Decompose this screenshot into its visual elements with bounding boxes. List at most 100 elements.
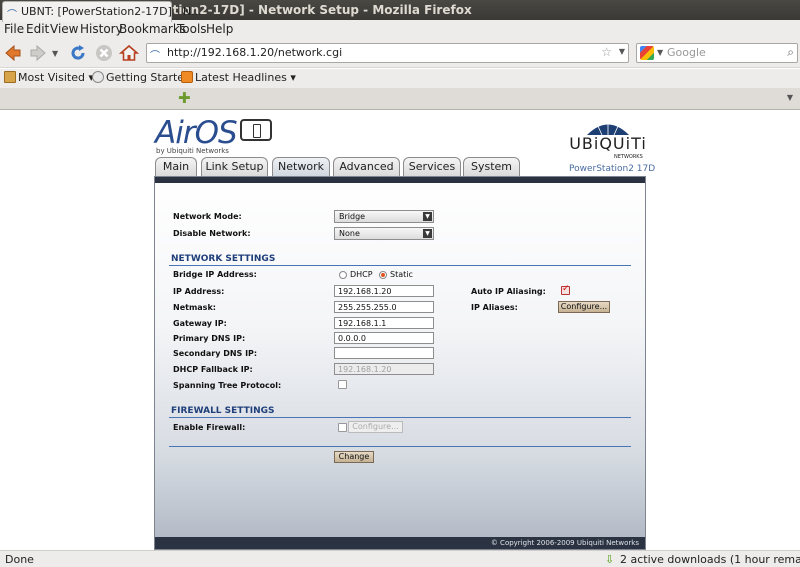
auto-ip-aliasing-checkbox[interactable] [561,284,570,295]
netmask-input[interactable] [334,301,434,313]
search-placeholder: Google [667,46,706,59]
status-bar: Done ⇩ 2 active downloads (1 hour remain… [0,550,800,567]
network-mode-select[interactable]: Bridge ▼ [334,210,434,223]
folder-icon [4,71,16,83]
forward-arrow-icon [30,44,46,62]
primary-dns-label: Primary DNS IP: [173,334,246,343]
google-engine-icon[interactable] [640,46,654,60]
bookmark-latest-headlines[interactable]: Latest Headlines ▾ [181,71,296,84]
airos-wordmark: AirOS [155,115,238,151]
ip-aliases-label: IP Aliases: [471,303,518,312]
disable-network-select[interactable]: None ▼ [334,227,434,240]
gateway-ip-input[interactable] [334,317,434,329]
panel-top-bar [155,177,645,183]
secondary-dns-label: Secondary DNS IP: [173,349,258,358]
primary-dns-input[interactable] [334,332,434,344]
back-arrow-icon [5,44,21,62]
ip-address-input[interactable] [334,285,434,297]
device-model: PowerStation2 17D [569,164,656,174]
disable-network-value: None [339,229,360,238]
spanning-tree-checkbox[interactable] [338,380,347,389]
airos-logo: AirOS by Ubiquiti Networks [155,115,272,155]
dhcp-fallback-ip-input [334,363,434,375]
bookmark-star-icon[interactable]: ☆ [601,45,612,59]
forward-button[interactable] [28,43,48,63]
firewall-settings-heading: FIREWALL SETTINGS [171,406,275,416]
stop-button[interactable] [94,43,114,63]
downloads-status[interactable]: 2 active downloads (1 hour remaining) [620,553,800,566]
network-mode-value: Bridge [339,212,366,221]
network-mode-label: Network Mode: [173,212,242,221]
tab-main[interactable]: Main [155,157,197,177]
menu-help[interactable]: Help [206,22,233,36]
home-button[interactable] [118,43,140,63]
enable-firewall-label: Enable Firewall: [173,423,246,432]
networks-wordmark: NETWORKS [614,154,643,160]
bookmarks-toolbar: Most Visited ▾ Getting Started Latest He… [0,69,800,88]
status-text: Done [5,553,34,566]
section-divider [169,417,631,418]
device-icon [239,119,272,141]
menu-view[interactable]: View [50,22,78,36]
url-bar[interactable]: ⌒ http://192.168.1.20/network.cgi ☆ ▼ [146,43,629,63]
tab-list-dropdown-icon[interactable]: ▼ [787,93,793,102]
change-button[interactable]: Change [334,451,374,463]
bridge-ip-label: Bridge IP Address: [173,270,257,279]
tab-favicon-icon: ⌒ [7,10,17,21]
static-radio-label: Static [390,270,413,279]
rss-icon [181,71,193,83]
back-button[interactable] [3,43,23,63]
logo-byline: by Ubiquiti Networks [156,147,229,155]
auto-ip-aliasing-label: Auto IP Aliasing: [471,287,546,296]
reload-button[interactable] [68,43,88,63]
tab-system[interactable]: System [463,157,520,177]
netmask-label: Netmask: [173,303,216,312]
tab-network[interactable]: Network [272,157,330,177]
home-icon [118,44,140,61]
getting-started-label: Getting Started [106,71,192,84]
bookmark-most-visited[interactable]: Most Visited ▾ [4,71,94,84]
dhcp-radio-label: DHCP [350,270,373,279]
menu-tools[interactable]: Tools [177,22,207,36]
download-arrow-icon: ⇩ [605,553,615,566]
tab-services[interactable]: Services [403,157,461,177]
network-settings-heading: NETWORK SETTINGS [171,254,276,264]
section-divider [169,265,631,266]
ubiquiti-logo: UBiQUiTi NETWORKS [568,120,648,160]
section-divider [169,446,631,447]
browser-tab-bar [0,88,800,110]
menu-edit[interactable]: Edit [26,22,49,36]
search-bar[interactable]: ▼ Google ⌕ [636,43,798,63]
dhcp-fallback-ip-label: DHCP Fallback IP: [173,365,253,374]
latest-headlines-label: Latest Headlines [195,71,287,84]
ubiquiti-wordmark: UBiQUiTi [569,134,647,153]
enable-firewall-checkbox[interactable] [338,423,347,432]
dhcp-radio[interactable] [339,271,347,279]
menu-file[interactable]: File [4,22,24,36]
new-tab-icon[interactable]: ✚ [178,89,191,107]
url-dropdown-icon[interactable]: ▼ [619,47,625,56]
search-magnifier-icon[interactable]: ⌕ [787,45,794,60]
firewall-configure-button: Configure... [348,421,403,433]
engine-dropdown-icon[interactable]: ▼ [657,48,663,57]
menu-history[interactable]: History [80,22,123,36]
browser-tab[interactable]: ⌒ UBNT: [PowerStation2-17D] - N... [2,1,202,22]
network-settings-panel: Network Mode: Bridge ▼ Disable Network: N… [154,176,646,550]
menu-bar: File Edit View History Bookmarks Tools H… [0,20,800,38]
tab-advanced[interactable]: Advanced [333,157,400,177]
chevron-down-icon: ▼ [423,229,432,238]
bookmark-getting-started[interactable]: Getting Started [92,71,191,84]
menu-bookmarks[interactable]: Bookmarks [119,22,186,36]
copyright-footer: © Copyright 2006-2009 Ubiquiti Networks [155,537,645,549]
ip-aliases-configure-button[interactable]: Configure... [558,301,610,313]
static-radio[interactable] [379,271,387,279]
stop-icon [96,45,112,61]
spanning-tree-label: Spanning Tree Protocol: [173,381,282,390]
secondary-dns-input[interactable] [334,347,434,359]
disable-network-label: Disable Network: [173,229,251,238]
url-text: http://192.168.1.20/network.cgi [167,46,343,59]
chevron-down-icon: ▼ [423,212,432,221]
reload-icon [71,45,85,60]
gateway-ip-label: Gateway IP: [173,319,227,328]
tab-link-setup[interactable]: Link Setup [201,157,268,177]
